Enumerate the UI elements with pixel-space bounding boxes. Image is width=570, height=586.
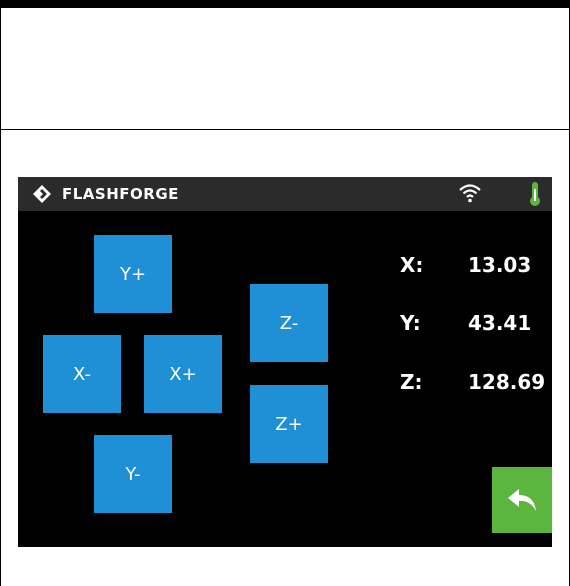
back-arrow-icon: [508, 489, 536, 511]
z-minus-button[interactable]: Z-: [250, 284, 328, 362]
flashforge-logo-icon: [33, 185, 51, 203]
x-position-value: 13.03: [468, 253, 532, 277]
y-position-label: Y:: [400, 311, 421, 335]
printer-screen: FLASHFORGE Y+ X- X+ Y- Z- Z+ X: 13.03 Y:…: [18, 177, 552, 547]
y-minus-button[interactable]: Y-: [94, 435, 172, 513]
x-minus-button[interactable]: X-: [43, 335, 121, 413]
y-plus-button[interactable]: Y+: [94, 235, 172, 313]
document-frame-top: [0, 0, 570, 130]
thermometer-icon: [530, 182, 540, 206]
z-position-value: 128.69: [468, 370, 546, 394]
wifi-icon: [459, 184, 481, 203]
x-position-label: X:: [400, 253, 424, 277]
back-button[interactable]: [492, 467, 552, 533]
z-position-label: Z:: [400, 370, 423, 394]
brand-name: FLASHFORGE: [62, 185, 179, 203]
x-plus-button[interactable]: X+: [144, 335, 222, 413]
status-bar: FLASHFORGE: [18, 177, 552, 211]
z-plus-button[interactable]: Z+: [250, 385, 328, 463]
y-position-value: 43.41: [468, 311, 532, 335]
